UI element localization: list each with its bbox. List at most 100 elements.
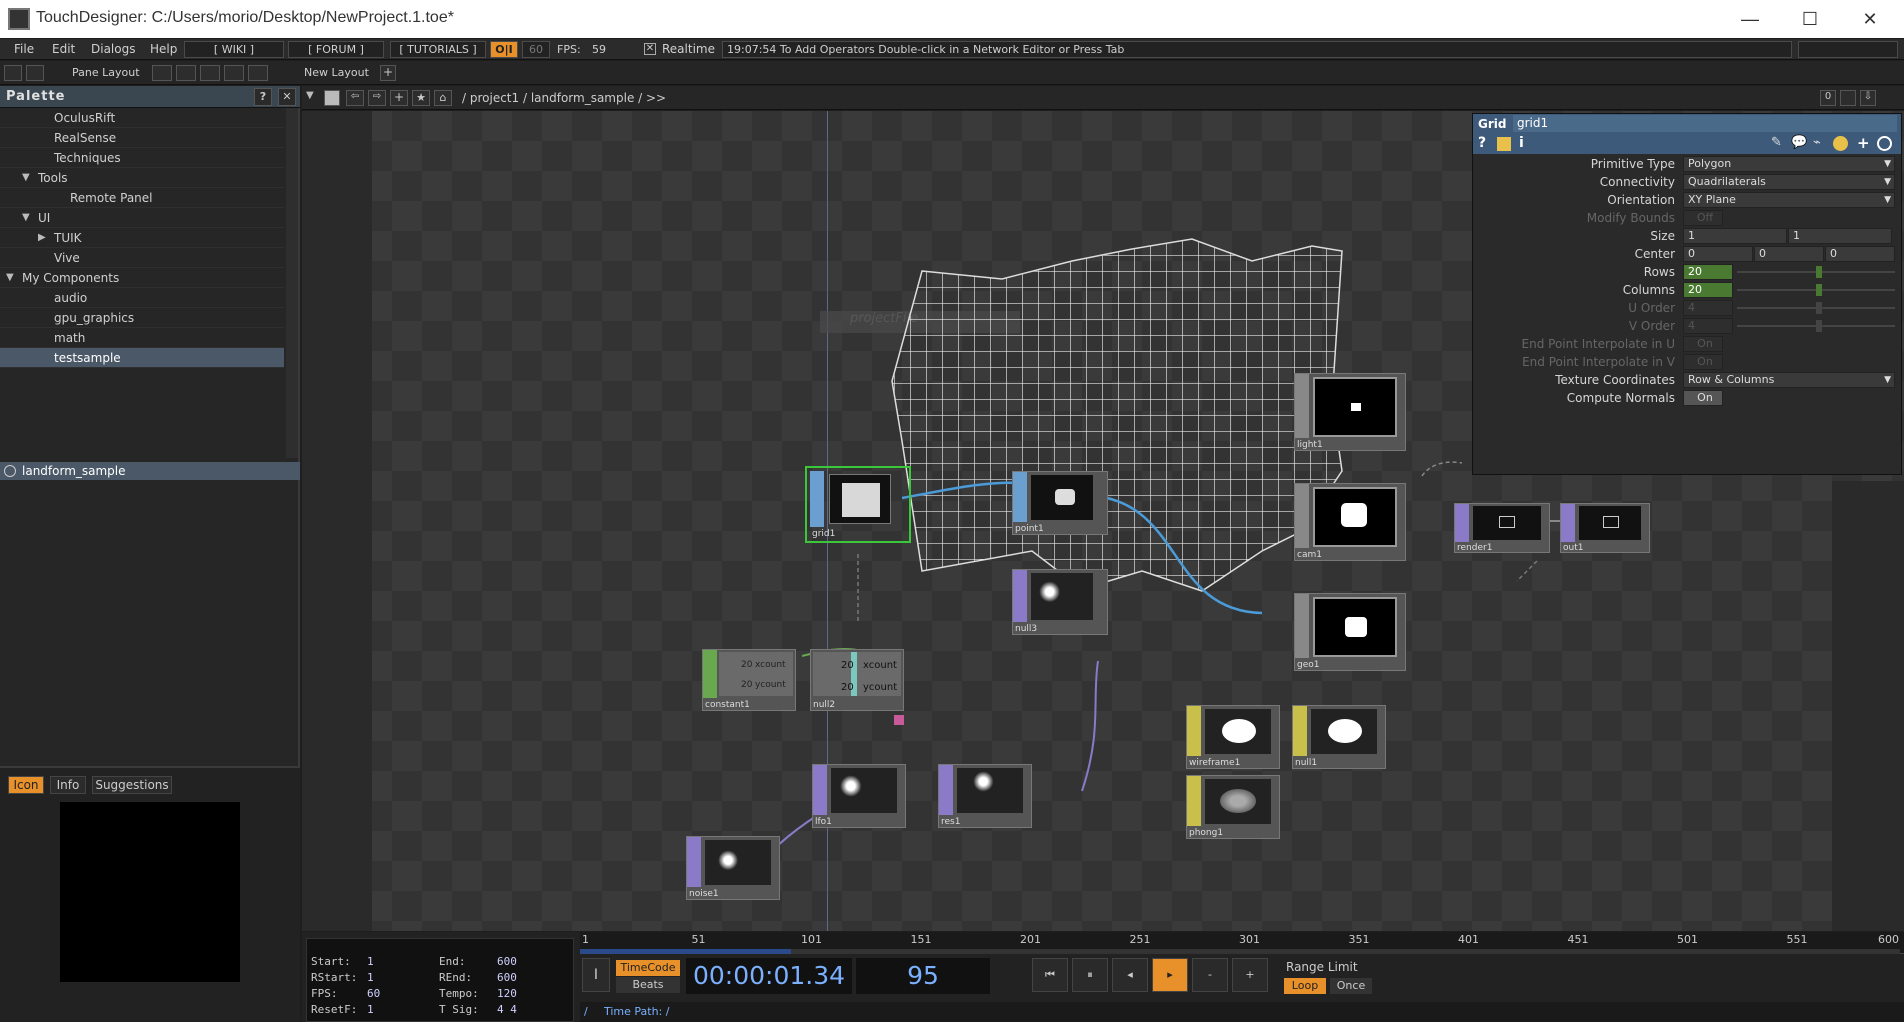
param-slider-handle[interactable] — [1816, 320, 1822, 332]
param-slider-handle[interactable] — [1816, 302, 1822, 314]
param-toggle[interactable]: On — [1683, 390, 1723, 406]
param-menu[interactable]: Row & Columns ▼ — [1683, 372, 1895, 388]
decrement-button[interactable]: - — [1192, 958, 1228, 992]
param-slider-handle[interactable] — [1816, 284, 1822, 296]
node-phong1[interactable]: phong1 — [1186, 775, 1280, 839]
loop-button[interactable]: Loop — [1284, 978, 1326, 994]
palette-item[interactable]: testsample — [0, 348, 284, 368]
node-grid1[interactable]: grid1 — [805, 466, 911, 543]
play-icon[interactable]: ▸ — [1152, 958, 1188, 992]
param-value-field[interactable]: 0 — [1825, 246, 1895, 262]
param-value-field[interactable]: 0 — [1754, 246, 1824, 262]
time-info-value[interactable]: 60 — [367, 987, 380, 1000]
expression-icon[interactable]: ⌁ — [1813, 135, 1821, 150]
node-geo1[interactable]: geo1 — [1294, 593, 1406, 671]
layout-split-h-icon[interactable] — [200, 65, 220, 81]
expand-arrow-icon[interactable]: ▼ — [22, 212, 30, 223]
menu-edit[interactable]: Edit — [52, 42, 75, 56]
python-icon[interactable] — [1833, 136, 1848, 151]
wiki-button[interactable]: [ WIKI ] — [184, 41, 284, 58]
timecode-toggle[interactable]: TimeCode — [616, 960, 680, 976]
forum-button[interactable]: [ FORUM ] — [288, 41, 384, 58]
info-icon[interactable]: i — [1519, 135, 1524, 151]
new-layout-label[interactable]: New Layout — [304, 66, 369, 79]
layout-single-icon[interactable] — [152, 65, 172, 81]
param-value-field[interactable]: 4 — [1683, 318, 1733, 334]
network-path[interactable]: / project1 / landform_sample / >> — [462, 91, 666, 105]
node-null1[interactable]: null1 — [1292, 705, 1386, 769]
palette-item[interactable]: gpu_graphics — [0, 308, 284, 328]
tab-suggestions[interactable]: Suggestions — [92, 776, 172, 794]
minimize-button[interactable]: — — [1730, 6, 1770, 32]
node-light1[interactable]: light1 — [1294, 373, 1406, 451]
palette-item[interactable]: Vive — [0, 248, 284, 268]
component-row[interactable]: landform_sample — [0, 462, 300, 480]
node-wireframe1[interactable]: wireframe1 — [1186, 705, 1280, 769]
layout-split-v-icon[interactable] — [176, 65, 196, 81]
node-res1[interactable]: res1 — [938, 764, 1032, 828]
palette-help-button[interactable]: ? — [254, 88, 272, 106]
step-back-icon[interactable]: ◂ — [1112, 958, 1148, 992]
rewind-icon[interactable]: ⏮ — [1032, 958, 1068, 992]
increment-button[interactable]: + — [1232, 958, 1268, 992]
pane-icon[interactable] — [26, 65, 44, 81]
palette-item[interactable]: ▼ Tools — [0, 168, 284, 188]
expand-arrow-icon[interactable]: ▼ — [6, 272, 14, 283]
cursor-icon[interactable]: I — [582, 958, 610, 992]
param-menu[interactable]: Quadrilaterals ▼ — [1683, 174, 1895, 190]
palette-close-button[interactable]: ✕ — [278, 88, 296, 106]
param-toggle[interactable]: On — [1683, 336, 1723, 352]
maximize-button[interactable]: ☐ — [1790, 6, 1830, 32]
op-name-field[interactable]: grid1 — [1513, 115, 1897, 132]
forward-icon[interactable]: ⇨ — [368, 90, 386, 106]
fps-cap-field[interactable]: 60 — [522, 41, 550, 58]
timecode-display[interactable]: 00:00:01.34 — [686, 958, 852, 994]
param-value-field[interactable]: 1 — [1788, 228, 1892, 244]
layout-four-icon[interactable] — [248, 65, 268, 81]
node-null2[interactable]: 20 xcount 20 ycount null2 — [810, 649, 904, 711]
time-info-value[interactable]: 1 — [367, 1003, 374, 1016]
home-icon[interactable]: ⌂ — [434, 90, 452, 106]
node-noise1[interactable]: noise1 — [686, 836, 780, 900]
once-button[interactable]: Once — [1330, 978, 1372, 994]
time-info-value[interactable]: 4 4 — [497, 1003, 517, 1016]
time-info-value[interactable]: 600 — [497, 971, 517, 984]
param-value-field[interactable]: 20 — [1683, 282, 1733, 298]
comment-icon[interactable]: 💬 — [1791, 135, 1807, 150]
param-menu[interactable]: Polygon ▼ — [1683, 156, 1895, 172]
menu-dialogs[interactable]: Dialogs — [91, 42, 135, 56]
param-toggle[interactable]: Off — [1683, 210, 1723, 226]
python-help-icon[interactable] — [1497, 137, 1511, 151]
param-menu[interactable]: XY Plane ▼ — [1683, 192, 1895, 208]
expand-arrow-icon[interactable]: ▼ — [22, 172, 30, 183]
node-point1[interactable]: point1 — [1012, 471, 1108, 535]
pause-icon[interactable]: ⏸ — [1072, 958, 1108, 992]
back-icon[interactable]: ⇦ — [346, 90, 364, 106]
palette-item[interactable]: Remote Panel — [0, 188, 284, 208]
palette-item[interactable]: audio — [0, 288, 284, 308]
palette-item[interactable]: ▶ TUIK — [0, 228, 284, 248]
frame-display[interactable]: 95 — [856, 958, 990, 994]
param-value-field[interactable]: 1 — [1683, 228, 1787, 244]
realtime-checkbox[interactable]: ✕ — [644, 43, 656, 55]
nav-dropdown-icon[interactable]: ▼ — [306, 90, 320, 106]
tab-icon[interactable]: Icon — [8, 776, 44, 794]
param-value-field[interactable]: 4 — [1683, 300, 1733, 316]
node-null3[interactable]: null3 — [1012, 569, 1108, 635]
add-param-icon[interactable]: + — [1857, 134, 1870, 152]
null2-out-connector[interactable] — [894, 715, 904, 725]
beats-toggle[interactable]: Beats — [616, 977, 680, 993]
add-icon[interactable]: + — [390, 90, 408, 106]
node-lfo1[interactable]: lfo1 — [812, 764, 906, 828]
palette-item[interactable]: ▼ My Components — [0, 268, 284, 288]
node-render1[interactable]: render1 — [1454, 503, 1550, 553]
perform-mode-button[interactable]: O|I — [490, 41, 518, 58]
pin-icon[interactable]: ⇩ — [1860, 90, 1876, 106]
add-layout-button[interactable]: + — [380, 65, 396, 81]
palette-item[interactable]: RealSense — [0, 128, 284, 148]
pane-zero-button[interactable]: 0 — [1820, 90, 1836, 106]
bookmark-star-icon[interactable]: ★ — [412, 90, 430, 106]
param-toggle[interactable]: On — [1683, 354, 1723, 370]
palette-item[interactable]: math — [0, 328, 284, 348]
time-info-value[interactable]: 1 — [367, 971, 374, 984]
